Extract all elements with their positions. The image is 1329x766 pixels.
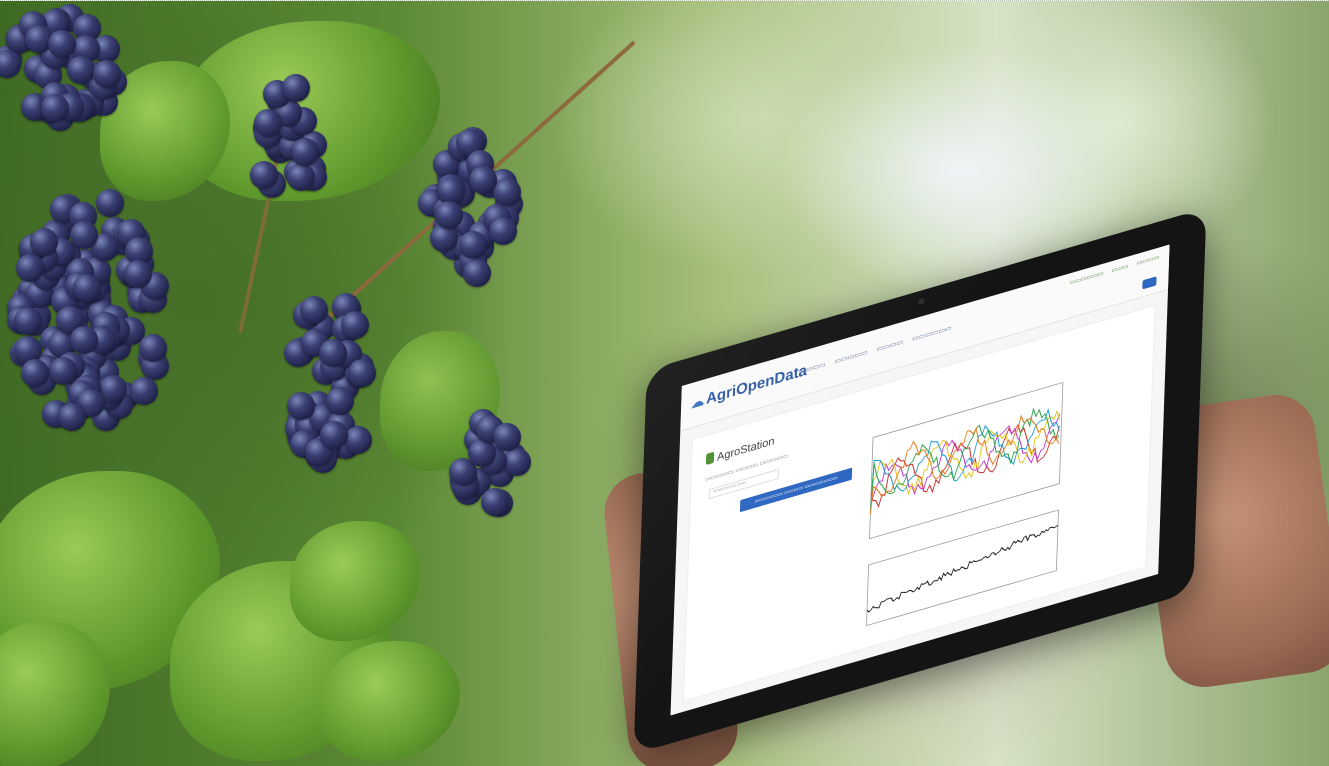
grape [73, 274, 101, 302]
grape [287, 163, 315, 191]
nav-item[interactable]: ▭▭▭▭▭▭ [912, 324, 952, 344]
vineyard-photo: ☁AgriOpenData ▭▭▭▭ ▭▭▭▭▭ ▭▭▭▭ ▭▭▭▭▭▭ ▭▭▭… [0, 0, 1329, 766]
nav-item[interactable]: ▭▭▭▭▭ [834, 348, 867, 366]
grape [21, 359, 49, 387]
grape [341, 311, 369, 339]
grape [437, 177, 465, 205]
sensor-chart [854, 349, 1132, 650]
nav-item[interactable]: ▭▭▭▭ [876, 338, 903, 354]
station-icon [706, 452, 714, 465]
grape [124, 260, 152, 288]
grape [58, 403, 86, 431]
header-button[interactable] [1142, 276, 1156, 289]
grape [287, 392, 315, 420]
grape [459, 231, 487, 259]
grape [344, 426, 372, 454]
grape [96, 189, 124, 217]
grape [300, 296, 328, 324]
grape [503, 448, 531, 476]
user-link[interactable]: ▭▭▭▭▭▭ [1069, 270, 1103, 287]
grape [48, 30, 76, 58]
grape [67, 56, 95, 84]
grape [70, 326, 98, 354]
grape [254, 109, 282, 137]
logo-icon: ☁ [691, 392, 705, 411]
app-logo[interactable]: ☁AgriOpenData [691, 362, 807, 413]
logout-link[interactable]: ▭▭▭▭ [1136, 253, 1159, 267]
grape [291, 138, 319, 166]
lang-link[interactable]: ▭▭▭ [1111, 262, 1128, 274]
chart-frame [870, 383, 1063, 539]
grape [493, 423, 521, 451]
grape [469, 166, 497, 194]
camera-icon [918, 298, 924, 306]
grape [489, 217, 517, 245]
grape [319, 339, 347, 367]
grape [93, 60, 121, 88]
chart-series-line [867, 525, 1058, 613]
grape [30, 228, 58, 256]
chart-series-line [870, 411, 1059, 511]
app-nav: ▭▭▭▭ ▭▭▭▭▭ ▭▭▭▭ ▭▭▭▭▭▭ [799, 324, 952, 376]
grape [493, 178, 521, 206]
sensor-chart-svg [854, 349, 1132, 650]
grape [130, 377, 158, 405]
